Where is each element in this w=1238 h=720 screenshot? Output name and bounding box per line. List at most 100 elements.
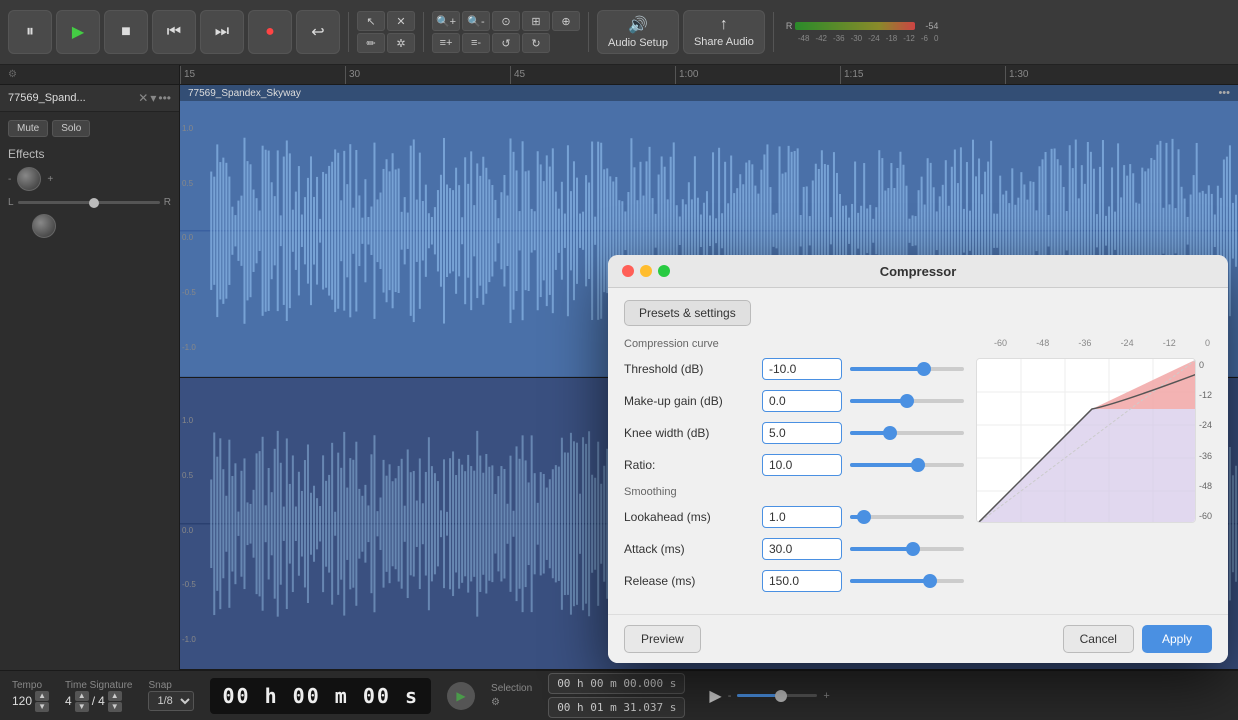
star-tool[interactable]: ✲ xyxy=(387,33,415,53)
lookahead-slider[interactable] xyxy=(850,515,964,519)
tempo-up[interactable]: ▲ xyxy=(35,691,49,701)
time-sig-den[interactable]: 4 xyxy=(98,694,105,708)
makeup-thumb[interactable] xyxy=(900,394,914,408)
footer-right: Cancel Apply xyxy=(1063,625,1212,653)
snap-label: Snap xyxy=(148,680,194,691)
volume-knob[interactable] xyxy=(17,167,41,191)
play-at-selection-button[interactable]: ▶ xyxy=(447,682,475,710)
apply-button[interactable]: Apply xyxy=(1142,625,1212,653)
time-sig-den-stepper[interactable]: ▲ ▼ xyxy=(108,691,122,712)
zoom-out-button[interactable]: 🔍- xyxy=(462,11,490,31)
edit-1[interactable]: ≡+ xyxy=(432,33,460,53)
record-button[interactable]: ● xyxy=(248,10,292,54)
cursor-tool[interactable]: ↖ xyxy=(357,11,385,31)
attack-input[interactable] xyxy=(762,538,842,560)
pencil-tool[interactable]: ✏ xyxy=(357,33,385,53)
more-icon[interactable]: ••• xyxy=(158,91,171,105)
mute-button[interactable]: Mute xyxy=(8,120,48,137)
edit-2[interactable]: ≡- xyxy=(462,33,490,53)
tempo-value[interactable]: 120 xyxy=(12,694,32,708)
window-close-button[interactable] xyxy=(622,265,634,277)
attack-thumb[interactable] xyxy=(906,542,920,556)
attack-slider[interactable] xyxy=(850,547,964,551)
ratio-thumb[interactable] xyxy=(911,458,925,472)
divider-1 xyxy=(348,12,349,52)
tempo-label: Tempo xyxy=(12,680,49,691)
dialog-tabs: Presets & settings xyxy=(624,300,1212,326)
cancel-button[interactable]: Cancel xyxy=(1063,625,1134,653)
window-maximize-button[interactable] xyxy=(658,265,670,277)
lookahead-label: Lookahead (ms) xyxy=(624,510,754,524)
tsd-up[interactable]: ▲ xyxy=(108,691,122,701)
presets-tab[interactable]: Presets & settings xyxy=(624,300,751,326)
audio-setup-button[interactable]: 🔊 Audio Setup xyxy=(597,10,679,54)
window-minimize-button[interactable] xyxy=(640,265,652,277)
release-label: Release (ms) xyxy=(624,574,754,588)
knee-slider[interactable] xyxy=(850,431,964,435)
threshold-input[interactable] xyxy=(762,358,842,380)
forward-button[interactable]: ⏭ xyxy=(200,10,244,54)
time-display: 00 h 00 m 00 s xyxy=(210,678,431,714)
crosshair-tool[interactable]: ✕ xyxy=(387,11,415,31)
release-thumb[interactable] xyxy=(923,574,937,588)
preview-button[interactable]: Preview xyxy=(624,625,701,653)
zoom-fit-button[interactable]: ⊙ xyxy=(492,11,520,31)
time-sig-num[interactable]: 4 xyxy=(65,694,72,708)
volume-row: - + xyxy=(0,163,179,195)
back-button[interactable]: ⏮ xyxy=(152,10,196,54)
snap-select[interactable]: 1/8 1/4 1/2 1 xyxy=(148,691,194,711)
knee-row: Knee width (dB) xyxy=(624,422,964,444)
zoom-max-button[interactable]: ⊕ xyxy=(552,11,580,31)
pause-button[interactable]: ⏸ xyxy=(8,10,52,54)
threshold-slider[interactable] xyxy=(850,367,964,371)
knee-input[interactable] xyxy=(762,422,842,444)
graph-right-labels: 0 -12 -24 -36 -48 -60 xyxy=(1196,358,1212,523)
expand-icon[interactable]: ▾ xyxy=(150,91,156,105)
clip-menu[interactable]: ••• xyxy=(1218,87,1230,99)
threshold-row: Threshold (dB) xyxy=(624,358,964,380)
redo-button[interactable]: ↻ xyxy=(522,33,550,53)
volume-knob-2[interactable] xyxy=(32,214,56,238)
loop-button[interactable]: ↩ xyxy=(296,10,340,54)
close-icon[interactable]: ✕ xyxy=(138,91,148,105)
release-input[interactable] xyxy=(762,570,842,592)
pan-row: L R xyxy=(0,195,179,210)
compressor-dialog[interactable]: Compressor Presets & settings Compressio… xyxy=(608,255,1228,663)
undo-button[interactable]: ↺ xyxy=(492,33,520,53)
release-row: Release (ms) xyxy=(624,570,964,592)
lookahead-input[interactable] xyxy=(762,506,842,528)
selection-end[interactable]: 00 h 01 m 31.037 s xyxy=(548,697,685,718)
makeup-slider[interactable] xyxy=(850,399,964,403)
settings-icon[interactable]: ⚙ xyxy=(491,697,532,708)
selection-start[interactable]: 00 h 00 m 00.000 s xyxy=(548,673,685,694)
share-audio-button[interactable]: ↑ Share Audio xyxy=(683,10,765,54)
attack-label: Attack (ms) xyxy=(624,542,754,556)
tempo-stepper[interactable]: ▲ ▼ xyxy=(35,691,49,712)
attack-fill xyxy=(850,547,913,551)
tsn-up[interactable]: ▲ xyxy=(75,691,89,701)
threshold-thumb[interactable] xyxy=(917,362,931,376)
params-section: Threshold (dB) Make-up gain (dB) xyxy=(624,358,964,602)
play-button[interactable]: ▶ xyxy=(56,10,100,54)
divider-3 xyxy=(588,12,589,52)
makeup-input[interactable] xyxy=(762,390,842,412)
volume-row-2 xyxy=(0,210,179,242)
solo-button[interactable]: Solo xyxy=(52,120,90,137)
tsd-down[interactable]: ▼ xyxy=(108,702,122,712)
zoom-in-button[interactable]: 🔍+ xyxy=(432,11,460,31)
threshold-label: Threshold (dB) xyxy=(624,362,754,376)
release-slider[interactable] xyxy=(850,579,964,583)
pan-slider[interactable] xyxy=(18,201,160,204)
lookahead-thumb[interactable] xyxy=(857,510,871,524)
zoom-sel-button[interactable]: ⊞ xyxy=(522,11,550,31)
ratio-slider[interactable] xyxy=(850,463,964,467)
ratio-input[interactable] xyxy=(762,454,842,476)
knee-thumb[interactable] xyxy=(883,426,897,440)
tempo-down[interactable]: ▼ xyxy=(35,702,49,712)
speed-slider[interactable] xyxy=(737,694,817,697)
tsn-down[interactable]: ▼ xyxy=(75,702,89,712)
time-sig-num-stepper[interactable]: ▲ ▼ xyxy=(75,691,89,712)
stop-button[interactable]: ■ xyxy=(104,10,148,54)
playback-speed-icon[interactable]: ▶ xyxy=(709,686,721,706)
ratio-fill xyxy=(850,463,918,467)
